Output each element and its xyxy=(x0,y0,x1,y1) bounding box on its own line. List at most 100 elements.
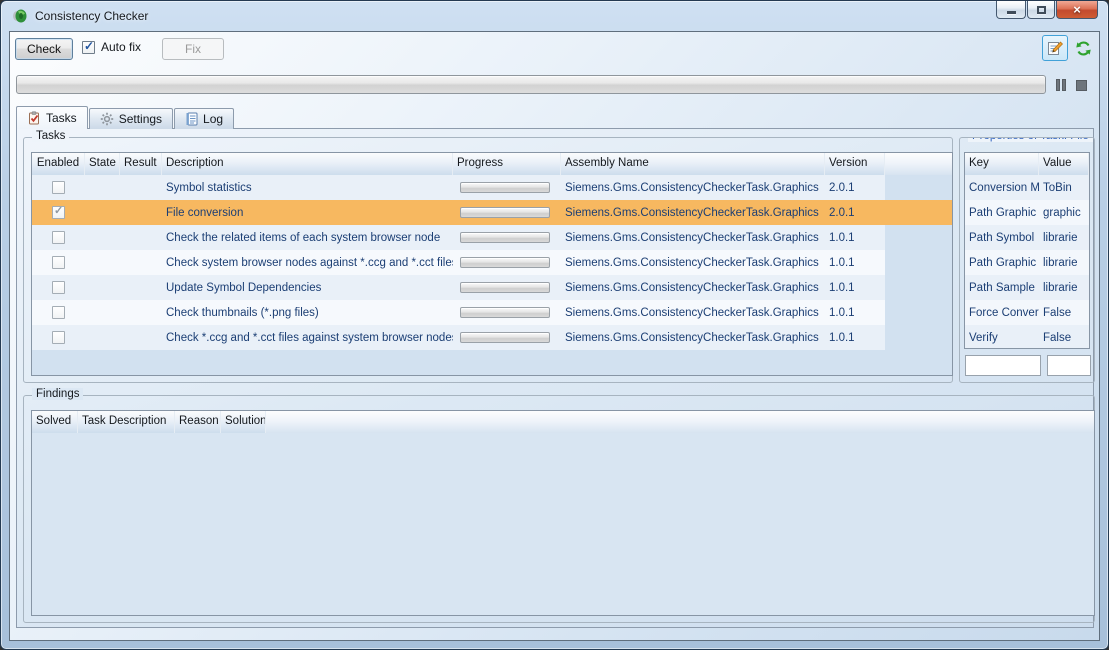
properties-groupbox: Properties of Task: File Key Value Conve… xyxy=(959,137,1095,383)
column-header-solution[interactable]: Solution xyxy=(221,411,266,433)
close-button[interactable]: × xyxy=(1056,1,1098,19)
tabstrip: Tasks Settings xyxy=(16,106,235,129)
table-row-selected[interactable]: ✓ File conversion Siemens.Gms.Consistenc… xyxy=(32,200,953,225)
task-progress-bar xyxy=(460,182,550,193)
column-header-value[interactable]: Value xyxy=(1039,153,1089,175)
window-title: Consistency Checker xyxy=(35,9,148,23)
check-button[interactable]: Check xyxy=(15,38,73,60)
table-row[interactable]: Check the related items of each system b… xyxy=(32,225,885,250)
app-window: Consistency Checker × Check ✓ Auto fix F… xyxy=(0,0,1109,650)
properties-table-header: Key Value xyxy=(965,153,1089,175)
refresh-icon xyxy=(1075,40,1092,57)
task-version: 1.0.1 xyxy=(825,232,885,244)
property-value: librarie xyxy=(1039,282,1089,294)
autofix-label[interactable]: Auto fix xyxy=(101,40,141,54)
tab-settings-label: Settings xyxy=(119,112,162,126)
column-header-state[interactable]: State xyxy=(85,153,120,175)
findings-table: Solved Task Description Reason Solution xyxy=(31,410,1095,616)
tab-tasks[interactable]: Tasks xyxy=(16,106,88,129)
table-row[interactable]: Check system browser nodes against *.ccg… xyxy=(32,250,885,275)
column-header-result[interactable]: Result xyxy=(120,153,162,175)
tasks-tab-panel: Tasks Enabled State Result Description P… xyxy=(16,128,1094,628)
task-enabled-checkbox[interactable] xyxy=(52,281,65,294)
column-header-filler xyxy=(885,153,952,175)
task-assembly: Siemens.Gms.ConsistencyCheckerTask.Graph… xyxy=(561,332,825,344)
minimize-icon xyxy=(1007,11,1016,14)
task-progress-bar xyxy=(460,282,550,293)
tasks-group-label: Tasks xyxy=(32,130,69,142)
task-enabled-checkbox[interactable] xyxy=(52,181,65,194)
task-description: Update Symbol Dependencies xyxy=(162,282,453,294)
column-header-task-description[interactable]: Task Description xyxy=(78,411,175,433)
column-header-reason[interactable]: Reason xyxy=(175,411,221,433)
column-header-enabled[interactable]: Enabled xyxy=(32,153,85,175)
properties-toggle-button[interactable] xyxy=(1042,35,1068,61)
client-area: Check ✓ Auto fix Fix xyxy=(9,31,1100,641)
task-description: Check thumbnails (*.png files) xyxy=(162,307,453,319)
tab-log[interactable]: Log xyxy=(174,108,234,129)
findings-group-label: Findings xyxy=(32,388,83,400)
stop-button[interactable] xyxy=(1072,77,1090,93)
task-enabled-checkbox[interactable] xyxy=(52,256,65,269)
property-key: Verify xyxy=(965,332,1039,344)
properties-table: Key Value Conversion M ToBin Path Graphi… xyxy=(964,152,1090,349)
tab-tasks-label: Tasks xyxy=(46,111,77,125)
tasks-clipboard-icon xyxy=(27,111,41,125)
task-enabled-checkbox[interactable]: ✓ xyxy=(52,206,65,219)
column-header-key[interactable]: Key xyxy=(965,153,1039,175)
property-row[interactable]: Path Graphic graphic xyxy=(965,200,1089,225)
maximize-button[interactable] xyxy=(1027,1,1055,19)
column-header-assembly[interactable]: Assembly Name xyxy=(561,153,825,175)
task-assembly: Siemens.Gms.ConsistencyCheckerTask.Graph… xyxy=(561,207,825,219)
task-enabled-checkbox[interactable] xyxy=(52,331,65,344)
pause-button[interactable] xyxy=(1052,77,1070,93)
task-enabled-checkbox[interactable] xyxy=(52,231,65,244)
table-row[interactable]: Symbol statistics Siemens.Gms.Consistenc… xyxy=(32,175,885,200)
property-row[interactable]: Verify False xyxy=(965,325,1089,349)
property-row[interactable]: Path Symbol librarie xyxy=(965,225,1089,250)
task-version: 1.0.1 xyxy=(825,282,885,294)
task-description: File conversion xyxy=(162,207,453,219)
table-row[interactable]: Check *.ccg and *.cct files against syst… xyxy=(32,325,885,350)
task-description: Symbol statistics xyxy=(162,182,453,194)
tab-settings[interactable]: Settings xyxy=(89,108,173,129)
property-value: librarie xyxy=(1039,232,1089,244)
property-value: ToBin xyxy=(1039,182,1089,194)
task-version: 1.0.1 xyxy=(825,307,885,319)
property-key: Path Graphic xyxy=(965,207,1039,219)
task-version: 2.0.1 xyxy=(825,182,885,194)
tab-log-label: Log xyxy=(203,112,223,126)
edit-properties-icon xyxy=(1046,39,1064,57)
task-assembly: Siemens.Gms.ConsistencyCheckerTask.Graph… xyxy=(561,282,825,294)
minimize-button[interactable] xyxy=(996,1,1026,19)
column-header-version[interactable]: Version xyxy=(825,153,885,175)
task-version: 2.0.1 xyxy=(825,207,885,219)
checkmark-icon: ✓ xyxy=(84,39,94,53)
task-enabled-checkbox[interactable] xyxy=(52,306,65,319)
property-value-input[interactable] xyxy=(1047,355,1091,376)
property-row[interactable]: Path Sample librarie xyxy=(965,275,1089,300)
column-header-solved[interactable]: Solved xyxy=(32,411,78,433)
property-key-input[interactable] xyxy=(965,355,1041,376)
pause-icon xyxy=(1056,79,1060,91)
property-key: Path Symbol xyxy=(965,232,1039,244)
fix-button[interactable]: Fix xyxy=(162,38,224,60)
titlebar[interactable]: Consistency Checker × xyxy=(1,1,1108,31)
column-header-progress[interactable]: Progress xyxy=(453,153,561,175)
column-header-description[interactable]: Description xyxy=(162,153,453,175)
gear-icon xyxy=(100,112,114,126)
refresh-button[interactable] xyxy=(1071,35,1095,61)
table-row[interactable]: Check thumbnails (*.png files) Siemens.G… xyxy=(32,300,885,325)
property-row[interactable]: Force Conver False xyxy=(965,300,1089,325)
task-description: Check system browser nodes against *.ccg… xyxy=(162,257,453,269)
main-progress-bar xyxy=(16,75,1046,94)
property-value: False xyxy=(1039,332,1089,344)
property-row[interactable]: Conversion M ToBin xyxy=(965,175,1089,200)
log-notebook-icon xyxy=(185,112,198,126)
task-progress-bar xyxy=(460,232,550,243)
autofix-checkbox[interactable]: ✓ xyxy=(82,41,95,54)
table-row[interactable]: Update Symbol Dependencies Siemens.Gms.C… xyxy=(32,275,885,300)
property-row[interactable]: Path Graphic librarie xyxy=(965,250,1089,275)
stop-icon xyxy=(1076,80,1087,91)
property-value: graphic xyxy=(1039,207,1089,219)
